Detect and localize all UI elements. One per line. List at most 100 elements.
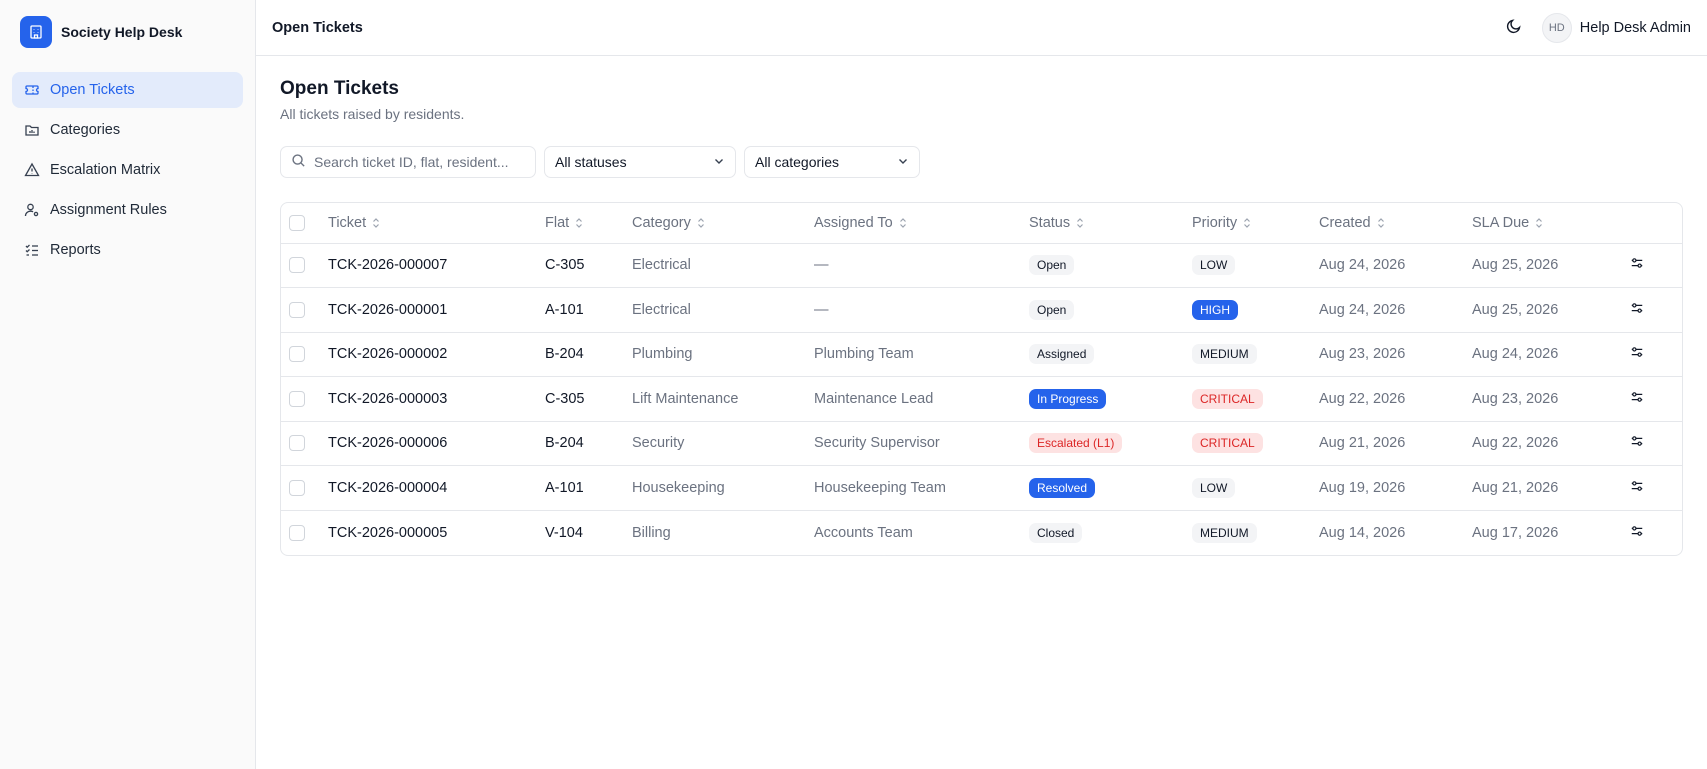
table-row[interactable]: TCK-2026-000006 B-204 Security Security Sup… <box>281 421 1682 466</box>
assigned-to: Plumbing Team <box>814 332 1029 377</box>
created-date: Aug 21, 2026 <box>1319 421 1472 466</box>
column-label: Created <box>1319 214 1371 231</box>
table-row[interactable]: TCK-2026-000005 V-104 Billing Accounts Team… <box>281 510 1682 555</box>
row-checkbox[interactable] <box>289 390 305 407</box>
column-label: Assigned To <box>814 214 893 231</box>
ticket-id[interactable]: TCK-2026-000007 <box>328 243 545 288</box>
category: Lift Maintenance <box>632 376 814 422</box>
column-header-flat[interactable]: Flat <box>545 215 584 231</box>
status-filter-select[interactable]: All statuses <box>544 146 736 178</box>
table-row[interactable]: TCK-2026-000004 A-101 Housekeeping Housekee… <box>281 465 1682 511</box>
sidebar-item-reports[interactable]: Reports <box>12 232 243 268</box>
flat: A-101 <box>545 287 632 333</box>
sort-icon <box>898 217 908 229</box>
category: Electrical <box>632 243 814 288</box>
created-date: Aug 14, 2026 <box>1319 524 1406 541</box>
ticket-id[interactable]: TCK-2026-000005 <box>328 510 545 555</box>
assigned-to: — <box>814 287 1029 333</box>
sliders-icon <box>1630 524 1644 542</box>
row-checkbox[interactable] <box>289 524 305 541</box>
chevron-down-icon <box>897 154 909 170</box>
category: Electrical <box>632 287 814 333</box>
sla-due-date: Aug 25, 2026 <box>1472 287 1625 333</box>
assigned-to: Housekeeping Team <box>814 465 1029 511</box>
sidebar-item-escalation-matrix[interactable]: Escalation Matrix <box>12 152 243 188</box>
topbar-title: Open Tickets <box>272 19 363 36</box>
row-checkbox[interactable] <box>289 301 305 318</box>
category-filter-select[interactable]: All categories <box>744 146 920 178</box>
brand[interactable]: Society Help Desk <box>0 0 255 64</box>
sla-due-date: Aug 25, 2026 <box>1472 243 1625 288</box>
sla-due-date: Aug 23, 2026 <box>1472 376 1625 422</box>
table-row[interactable]: TCK-2026-000003 C-305 Lift Maintenance Main… <box>281 376 1682 422</box>
assigned-to: Security Supervisor <box>814 421 1029 466</box>
brand-name: Society Help Desk <box>61 24 183 40</box>
status-badge: Closed <box>1029 522 1083 543</box>
row-action-button[interactable] <box>1625 476 1649 500</box>
avatar[interactable]: HD <box>1541 12 1572 43</box>
sidebar-item-label: Open Tickets <box>50 82 135 98</box>
sidebar-item-categories[interactable]: Categories <box>12 112 243 148</box>
column-header-sla-due[interactable]: SLA Due <box>1472 215 1544 231</box>
created-date: Aug 23, 2026 <box>1319 332 1472 377</box>
select-all-checkbox[interactable] <box>289 214 305 231</box>
filters-bar: All statuses All categories <box>280 146 1683 178</box>
column-label: Priority <box>1192 214 1238 231</box>
priority-badge: MEDIUM <box>1192 344 1257 365</box>
sla-due-date: Aug 22, 2026 <box>1472 421 1625 466</box>
row-action-button[interactable] <box>1625 431 1649 455</box>
row-action-button[interactable] <box>1625 387 1649 411</box>
ticket-id[interactable]: TCK-2026-000001 <box>328 287 545 333</box>
row-checkbox[interactable] <box>289 479 305 496</box>
flat: C-305 <box>545 243 632 288</box>
assigned-to: Maintenance Lead <box>814 376 1029 422</box>
theme-toggle-button[interactable] <box>1498 12 1530 44</box>
created-date: Aug 24, 2026 <box>1319 287 1472 333</box>
ticket-id[interactable]: TCK-2026-000002 <box>328 332 545 377</box>
row-checkbox[interactable] <box>289 346 305 363</box>
sidebar-item-label: Categories <box>50 122 121 138</box>
row-checkbox[interactable] <box>289 435 305 452</box>
row-action-button[interactable] <box>1625 342 1649 366</box>
user-name[interactable]: Help Desk Admin <box>1580 20 1691 36</box>
checklist-icon <box>24 242 40 258</box>
column-header-priority[interactable]: Priority <box>1192 215 1252 231</box>
row-action-button[interactable] <box>1625 521 1649 545</box>
sidebar-item-assignment-rules[interactable]: Assignment Rules <box>12 192 243 228</box>
sidebar-item-open-tickets[interactable]: Open Tickets <box>12 72 243 108</box>
warning-triangle-icon <box>24 162 40 178</box>
search-input[interactable] <box>314 154 514 170</box>
category: Housekeeping <box>632 465 814 511</box>
sort-icon <box>1242 217 1252 229</box>
column-label: Ticket <box>328 214 367 231</box>
status-badge: Assigned <box>1029 344 1095 365</box>
row-checkbox[interactable] <box>289 257 305 274</box>
row-action-button[interactable] <box>1625 298 1649 322</box>
search-box[interactable] <box>280 146 536 178</box>
table-row[interactable]: TCK-2026-000007 C-305 Electrical — Open LOW Au… <box>281 243 1682 288</box>
column-header-category[interactable]: Category <box>632 215 706 231</box>
status-badge: Open <box>1029 299 1075 320</box>
status-badge: Open <box>1029 255 1075 276</box>
ticket-id[interactable]: TCK-2026-000004 <box>328 465 545 511</box>
ticket-id[interactable]: TCK-2026-000003 <box>328 376 545 422</box>
column-header-status[interactable]: Status <box>1029 215 1085 231</box>
sort-icon <box>1534 217 1544 229</box>
status-badge: In Progress <box>1029 388 1107 409</box>
column-label: Flat <box>545 214 570 231</box>
page-title: Open Tickets <box>280 78 399 99</box>
column-header-assigned-to[interactable]: Assigned To <box>814 215 908 231</box>
row-action-button[interactable] <box>1625 253 1649 277</box>
column-header-ticket[interactable]: Ticket <box>328 215 381 231</box>
sidebar-item-label: Assignment Rules <box>50 202 167 218</box>
ticket-icon <box>24 82 40 98</box>
category-filter-value: All categories <box>755 154 840 170</box>
assigned-to: — <box>814 243 1029 288</box>
table-row[interactable]: TCK-2026-000001 A-101 Electrical — Open HIGH A… <box>281 287 1682 333</box>
sliders-icon <box>1630 256 1644 274</box>
tickets-table: Ticket Flat Category Assigned To Status … <box>280 202 1683 556</box>
table-row[interactable]: TCK-2026-000002 B-204 Plumbing Plumbing Tea… <box>281 332 1682 377</box>
ticket-id[interactable]: TCK-2026-000006 <box>328 421 545 466</box>
priority-badge: MEDIUM <box>1192 522 1257 543</box>
column-header-created[interactable]: Created <box>1319 215 1386 231</box>
